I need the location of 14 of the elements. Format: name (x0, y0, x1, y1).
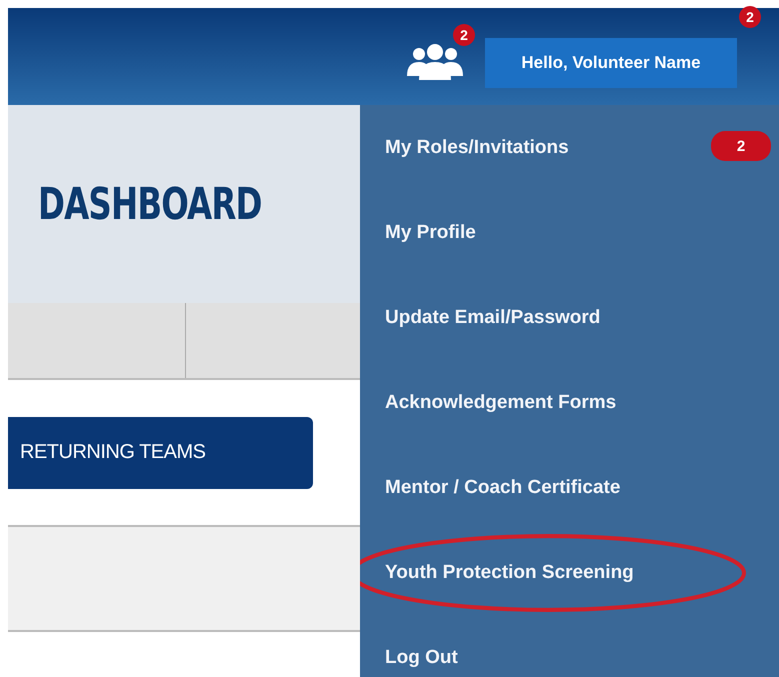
menu-item[interactable]: Mentor / Coach Certificate (385, 477, 620, 499)
menu-item[interactable]: My Roles/Invitations (385, 137, 569, 159)
menu-item[interactable]: My Profile (385, 222, 476, 244)
menu-item[interactable]: Youth Protection Screening (385, 562, 634, 584)
count-badge: 2 (711, 131, 771, 161)
notification-badge: 2 (453, 24, 475, 46)
user-menu-button[interactable]: Hello, Volunteer Name (485, 38, 737, 88)
menu-item[interactable]: Log Out (385, 647, 458, 669)
returning-teams-button[interactable]: RETURNING TEAMS (8, 416, 313, 488)
dashboard-title: DASHBOARD (38, 178, 262, 230)
notification-badge: 2 (739, 6, 761, 28)
people-icon[interactable] (405, 42, 465, 82)
menu-item[interactable]: Acknowledgement Forms (385, 392, 616, 414)
menu-item[interactable]: Update Email/Password (385, 307, 600, 329)
